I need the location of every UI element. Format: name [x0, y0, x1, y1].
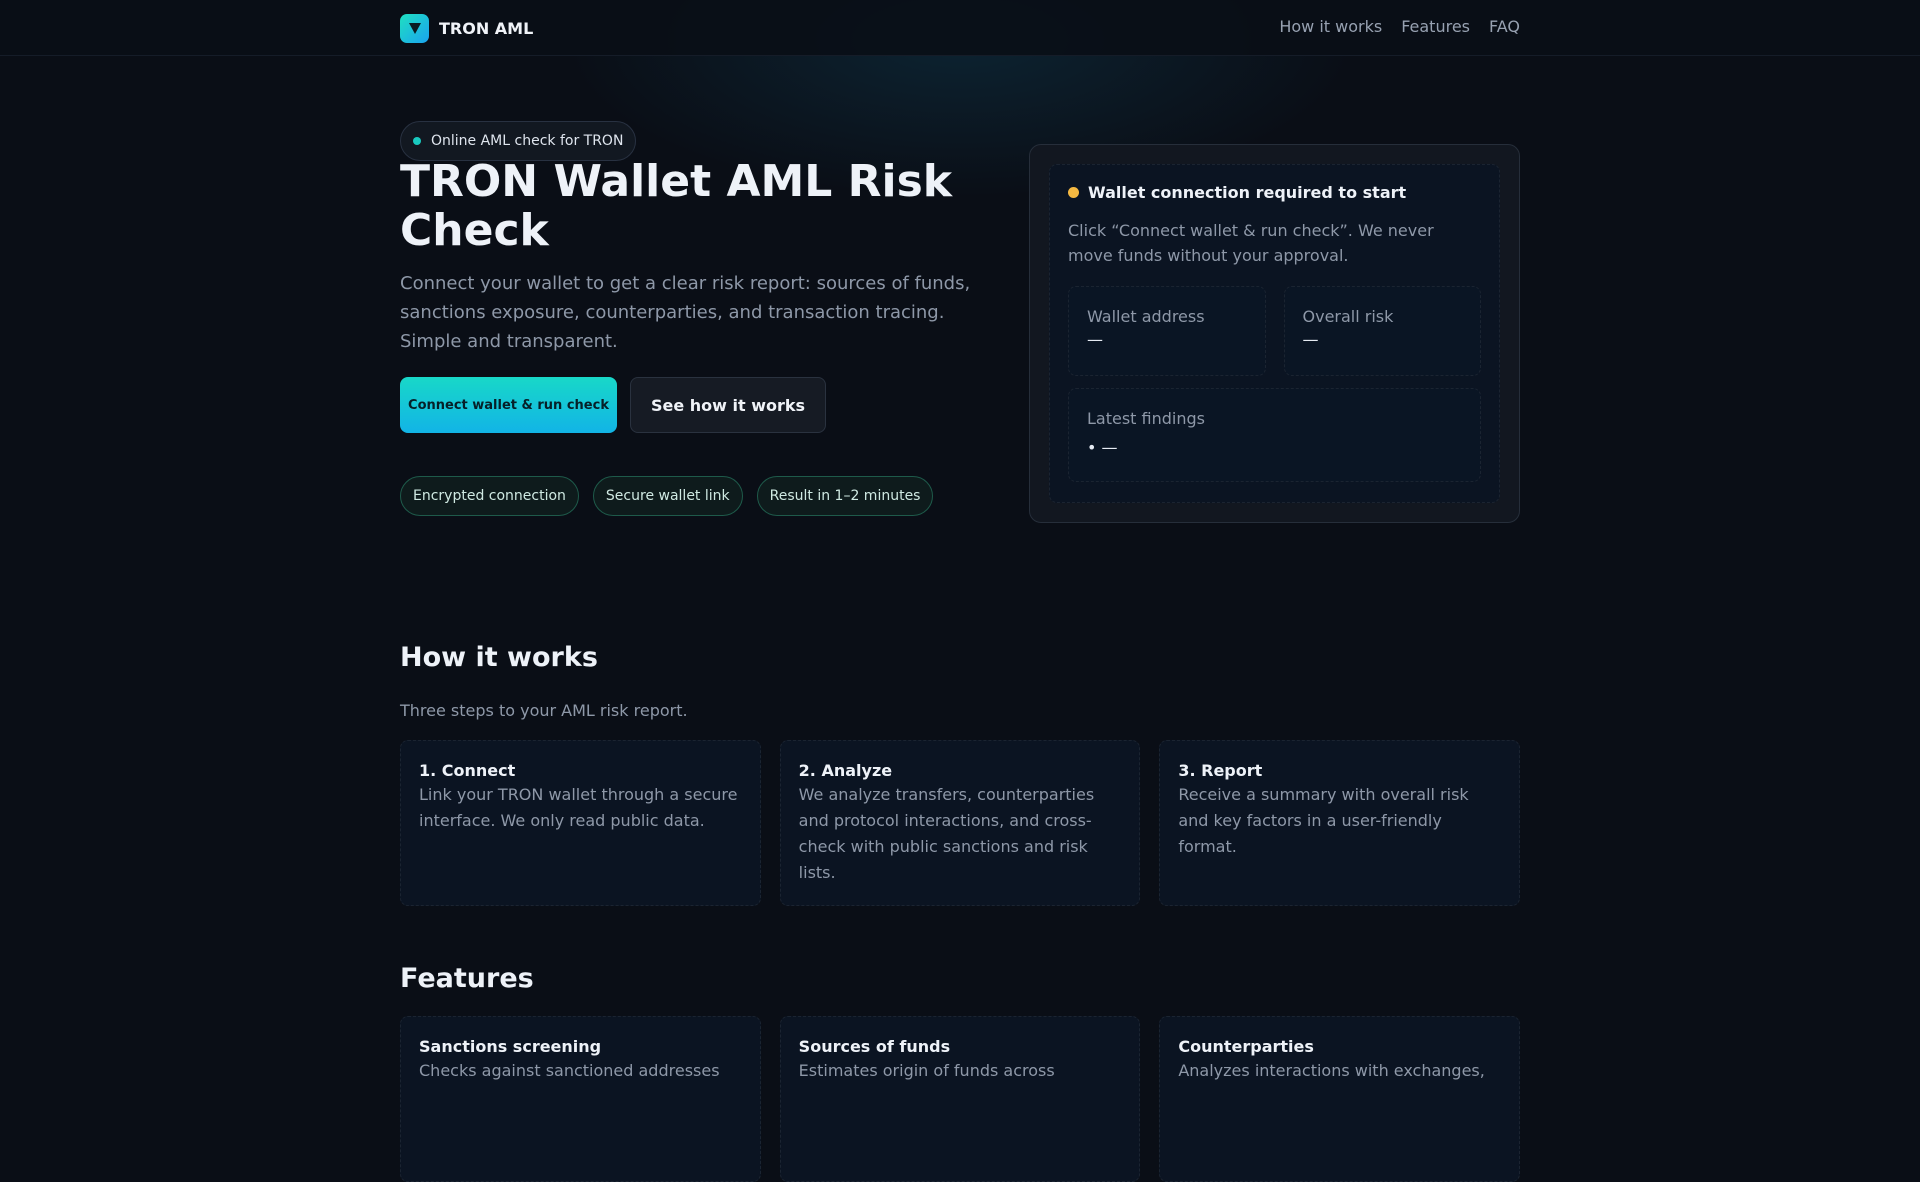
badge-result-time: Result in 1–2 minutes: [756, 476, 934, 516]
feature-title: Sanctions screening: [419, 1037, 602, 1056]
feature-text: Analyzes interactions with exchanges,: [1178, 1061, 1485, 1080]
feature-card-sources: Sources of funds Estimates origin of fun…: [779, 1016, 1141, 1182]
step-card-report: 3. Report Receive a summary with overall…: [1159, 740, 1521, 906]
main-nav: How it works Features FAQ: [1279, 17, 1520, 36]
hero-pill-label: Online AML check for TRON: [431, 133, 624, 149]
features-section: Features Sanctions screening Checks agai…: [400, 963, 1521, 1182]
wallet-address-box: Wallet address —: [1068, 286, 1266, 376]
online-dot-icon: [413, 137, 421, 145]
connect-wallet-button[interactable]: Connect wallet & run check: [400, 377, 617, 433]
badge-secure-link: Secure wallet link: [592, 476, 743, 516]
overall-risk-label: Overall risk: [1302, 307, 1394, 326]
feature-text: Checks against sanctioned addresses: [419, 1061, 720, 1080]
feature-title: Sources of funds: [798, 1037, 951, 1056]
top-bar: TRON AML How it works Features FAQ: [0, 0, 1920, 56]
wallet-address-value: —: [1087, 330, 1103, 349]
cta-row: Connect wallet & run check See how it wo…: [400, 377, 1000, 433]
hero-pill: Online AML check for TRON: [400, 121, 637, 161]
features-list: Sanctions screening Checks against sanct…: [400, 1016, 1521, 1182]
connection-status-title: Wallet connection required to start: [1088, 183, 1407, 202]
list-item: —: [1087, 438, 1462, 457]
step-text: Link your TRON wallet through a secure i…: [419, 785, 738, 830]
tron-triangle-icon: [400, 13, 429, 43]
how-it-works-subtitle: Three steps to your AML risk report.: [400, 701, 688, 720]
summary-row: Wallet address — Overall risk —: [1068, 286, 1481, 376]
nav-link-features[interactable]: Features: [1401, 17, 1470, 36]
step-title: 1. Connect: [419, 761, 516, 780]
overall-risk-box: Overall risk —: [1283, 286, 1481, 376]
risk-report-panel: Wallet connection required to start Clic…: [1029, 144, 1520, 523]
page-title: TRON Wallet AML Risk Check: [400, 156, 953, 256]
step-title: 3. Report: [1178, 761, 1263, 780]
feature-card-sanctions: Sanctions screening Checks against sanct…: [400, 1016, 761, 1182]
features-heading: Features: [400, 963, 534, 994]
latest-findings-label: Latest findings: [1087, 409, 1205, 428]
nav-link-faq[interactable]: FAQ: [1489, 17, 1520, 36]
badge-encrypted: Encrypted connection: [400, 476, 579, 516]
step-text: Receive a summary with overall risk and …: [1178, 785, 1469, 856]
step-text: We analyze transfers, counterparties and…: [798, 785, 1095, 882]
findings-list: —: [1087, 438, 1462, 457]
feature-title: Counterparties: [1178, 1037, 1314, 1056]
risk-report-panel-inner: Wallet connection required to start Clic…: [1049, 164, 1500, 503]
latest-findings-box: Latest findings —: [1068, 388, 1481, 482]
how-it-works-heading: How it works: [400, 642, 598, 673]
connection-note: Click “Connect wallet & run check”. We n…: [1068, 221, 1434, 265]
step-card-analyze: 2. Analyze We analyze transfers, counter…: [779, 740, 1141, 906]
feature-text: Estimates origin of funds across: [798, 1061, 1055, 1080]
hero: Online AML check for TRON TRON Wallet AM…: [400, 121, 1000, 516]
steps-list: 1. Connect Link your TRON wallet through…: [400, 740, 1521, 906]
connection-status: Wallet connection required to start: [1068, 183, 1481, 202]
feature-card-counterparties: Counterparties Analyzes interactions wit…: [1159, 1016, 1521, 1182]
how-it-works-section: How it works Three steps to your AML ris…: [400, 642, 1521, 906]
see-how-it-works-button[interactable]: See how it works: [630, 377, 826, 433]
trust-badges: Encrypted connection Secure wallet link …: [400, 476, 1000, 516]
step-card-connect: 1. Connect Link your TRON wallet through…: [400, 740, 761, 906]
nav-link-how-it-works[interactable]: How it works: [1279, 17, 1382, 36]
warning-dot-icon: [1068, 187, 1079, 198]
wallet-address-label: Wallet address: [1087, 307, 1205, 326]
step-title: 2. Analyze: [798, 761, 893, 780]
hero-lead: Connect your wallet to get a clear risk …: [400, 273, 971, 352]
brand-name: TRON AML: [439, 18, 534, 38]
overall-risk-value: —: [1302, 330, 1319, 349]
brand[interactable]: TRON AML: [400, 13, 533, 43]
